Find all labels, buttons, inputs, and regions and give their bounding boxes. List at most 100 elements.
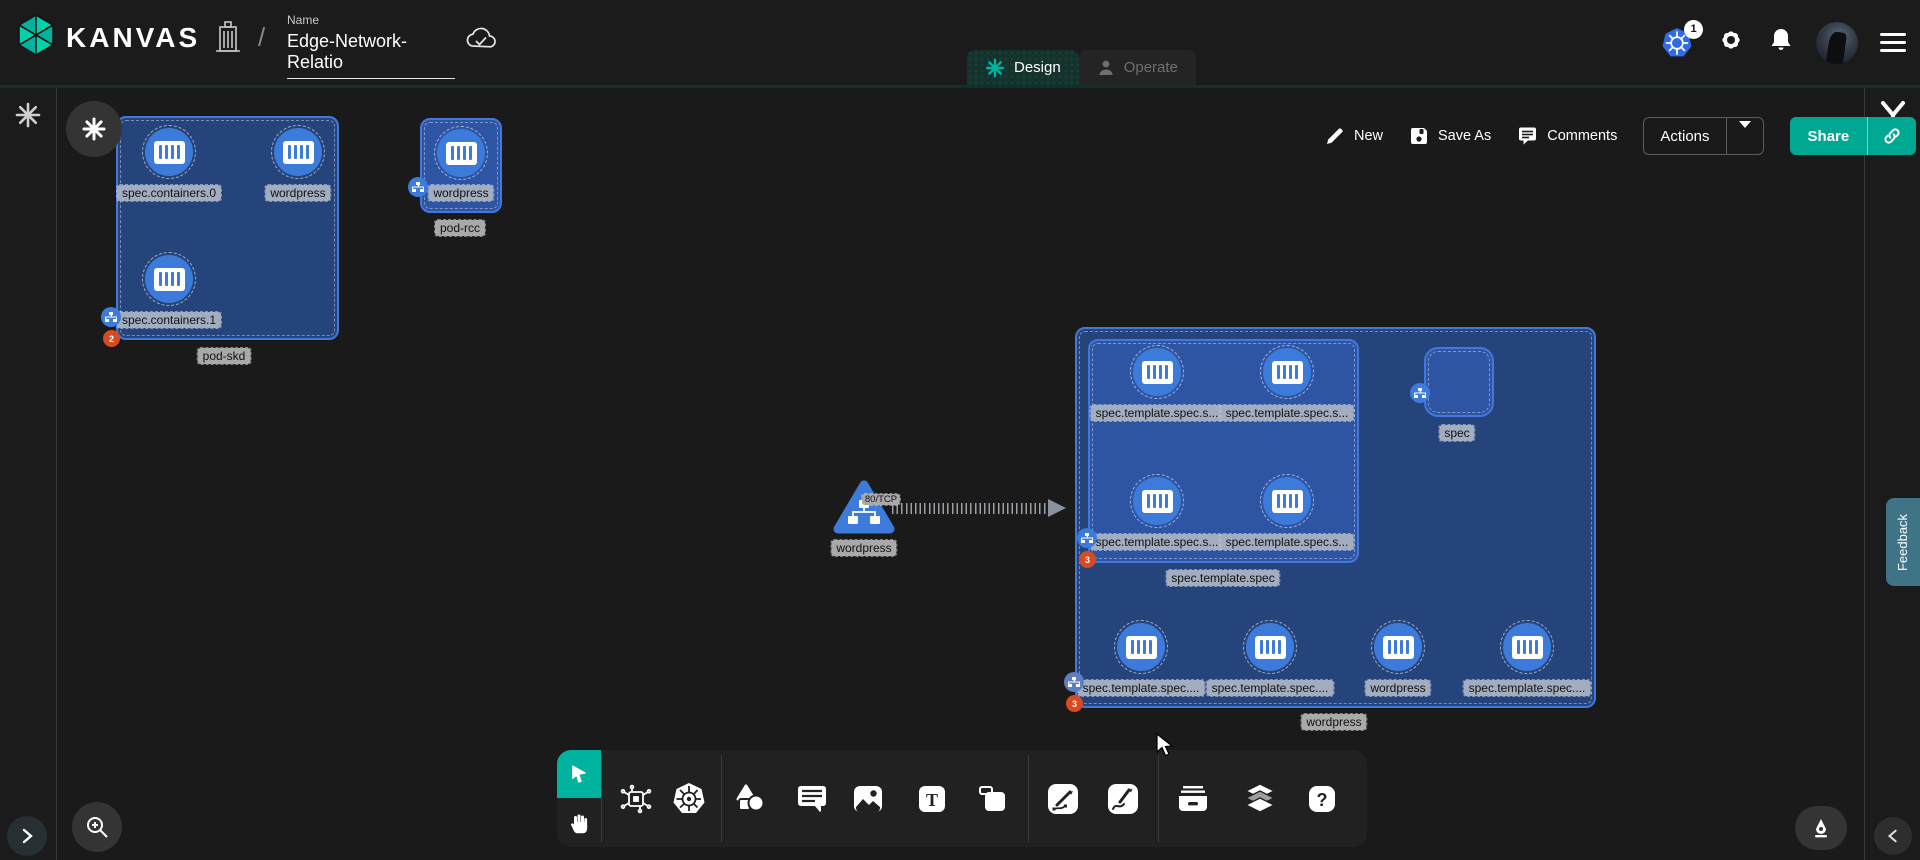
container-node[interactable]: [1117, 623, 1165, 671]
container-node[interactable]: [1133, 348, 1181, 396]
node-label: spec.template.spec.s...: [1091, 405, 1224, 421]
kanvas-logo-icon: [16, 14, 56, 61]
feedback-tab[interactable]: Feedback: [1886, 498, 1920, 586]
node-label: spec: [1439, 425, 1474, 441]
hierarchy-badge[interactable]: [1064, 672, 1084, 692]
organization-icon[interactable]: [212, 18, 244, 59]
group-spec-template-spec[interactable]: [1088, 339, 1359, 563]
container-node[interactable]: [1263, 348, 1311, 396]
node-label: spec.containers.0: [117, 185, 221, 201]
container-node[interactable]: [437, 129, 485, 177]
pan-tool-button[interactable]: [557, 798, 601, 847]
container-node[interactable]: [1246, 623, 1294, 671]
shapes-icon[interactable]: [730, 779, 770, 819]
pen-path-tool-icon[interactable]: [1043, 779, 1083, 819]
save-as-button[interactable]: Save As: [1409, 126, 1491, 146]
group-label: spec.template.spec: [1166, 570, 1279, 586]
comments-label: Comments: [1547, 128, 1617, 144]
comments-icon: [1517, 126, 1538, 146]
help-icon[interactable]: ?: [1302, 779, 1342, 819]
bottom-toolbar: T: [557, 750, 1367, 847]
pencil-icon: [1325, 126, 1345, 146]
mode-tabs: Design Operate: [967, 50, 1196, 85]
zoom-button[interactable]: [72, 802, 122, 852]
container-node[interactable]: [1503, 623, 1551, 671]
ink-pen-button[interactable]: [1795, 806, 1847, 850]
shapes-asterisk-button[interactable]: [66, 101, 122, 157]
node-label: wordpress: [428, 185, 493, 201]
edge-arrowhead: [1048, 499, 1066, 517]
collapse-right-panel-button[interactable]: [1874, 817, 1912, 855]
breadcrumb-separator: /: [258, 22, 265, 53]
note-tool-icon[interactable]: [973, 779, 1013, 819]
error-count-badge[interactable]: 2: [103, 330, 120, 347]
actions-split-button[interactable]: Actions: [1643, 117, 1763, 155]
node-label: wordpress: [1365, 680, 1430, 696]
container-node[interactable]: [1263, 477, 1311, 525]
mouse-cursor: [1155, 733, 1177, 764]
container-node[interactable]: [274, 128, 322, 176]
components-chip-icon[interactable]: [616, 779, 656, 819]
menu-hamburger-icon[interactable]: [1880, 33, 1906, 52]
cloud-saved-icon: [463, 24, 499, 59]
container-node[interactable]: [1133, 477, 1181, 525]
kubernetes-context-icon[interactable]: 1: [1660, 26, 1694, 60]
comment-tool-icon[interactable]: [792, 779, 832, 819]
settings-gear-icon[interactable]: [1716, 25, 1746, 60]
left-rail: [0, 88, 57, 860]
hierarchy-badge[interactable]: [1410, 383, 1430, 403]
hierarchy-badge[interactable]: [408, 177, 428, 197]
cursor-arrow-icon: [568, 763, 590, 785]
node-label: spec.containers.1: [117, 312, 221, 328]
comments-button[interactable]: Comments: [1517, 126, 1617, 146]
layers-icon[interactable]: [1240, 779, 1280, 819]
node-label: spec.template.spec.s...: [1221, 534, 1354, 550]
drawer-archive-icon[interactable]: [1173, 779, 1213, 819]
hierarchy-badge[interactable]: [101, 307, 121, 327]
container-node[interactable]: [1374, 623, 1422, 671]
image-tool-icon[interactable]: [848, 779, 888, 819]
edge-label: 80/TCP: [862, 494, 900, 505]
service-node[interactable]: [832, 478, 896, 541]
share-split-button[interactable]: Share: [1790, 117, 1917, 155]
canvas-action-bar: New Save As Comments Actions Share: [1325, 116, 1916, 156]
share-label[interactable]: Share: [1790, 128, 1868, 145]
node-label: wordpress: [831, 540, 896, 556]
node-label: wordpress: [265, 185, 330, 201]
svg-text:T: T: [926, 790, 938, 810]
design-name-input[interactable]: Edge-Network-Relatio: [287, 31, 455, 79]
container-node[interactable]: [145, 255, 193, 303]
feedback-label: Feedback: [1896, 513, 1911, 570]
error-count-badge[interactable]: 3: [1079, 551, 1096, 568]
save-as-label: Save As: [1438, 128, 1491, 144]
group-label: wordpress: [1301, 714, 1366, 730]
tab-design[interactable]: Design: [967, 50, 1079, 85]
history-spiral-icon[interactable]: [13, 100, 43, 135]
tab-operate[interactable]: Operate: [1079, 50, 1196, 85]
new-label: New: [1354, 128, 1383, 144]
spec-node[interactable]: [1424, 347, 1494, 417]
container-node[interactable]: [145, 128, 193, 176]
tab-operate-label: Operate: [1124, 59, 1178, 76]
error-count-badge[interactable]: 3: [1066, 695, 1083, 712]
hand-icon: [567, 811, 591, 835]
floppy-icon: [1409, 126, 1429, 146]
right-rail: [1864, 88, 1920, 860]
share-link-icon[interactable]: [1868, 126, 1916, 146]
node-label: spec.template.spec.s...: [1221, 405, 1354, 421]
kubernetes-wheel-icon[interactable]: [669, 779, 709, 819]
actions-dropdown-caret[interactable]: [1727, 128, 1763, 145]
text-tool-icon[interactable]: T: [912, 779, 952, 819]
edge-service-to-deployment[interactable]: [892, 503, 1050, 514]
new-button[interactable]: New: [1325, 126, 1383, 146]
node-label: spec.template.spec....: [1078, 680, 1205, 696]
actions-label[interactable]: Actions: [1644, 128, 1725, 145]
svg-text:?: ?: [1317, 790, 1328, 810]
expand-left-panel-button[interactable]: [7, 816, 47, 856]
notifications-bell-icon[interactable]: [1768, 26, 1794, 59]
freehand-draw-tool-icon[interactable]: [1103, 779, 1143, 819]
select-tool-button[interactable]: [557, 750, 601, 798]
hierarchy-badge[interactable]: [1077, 528, 1097, 548]
user-avatar[interactable]: [1816, 22, 1858, 64]
node-label: spec.template.spec.s...: [1091, 534, 1224, 550]
